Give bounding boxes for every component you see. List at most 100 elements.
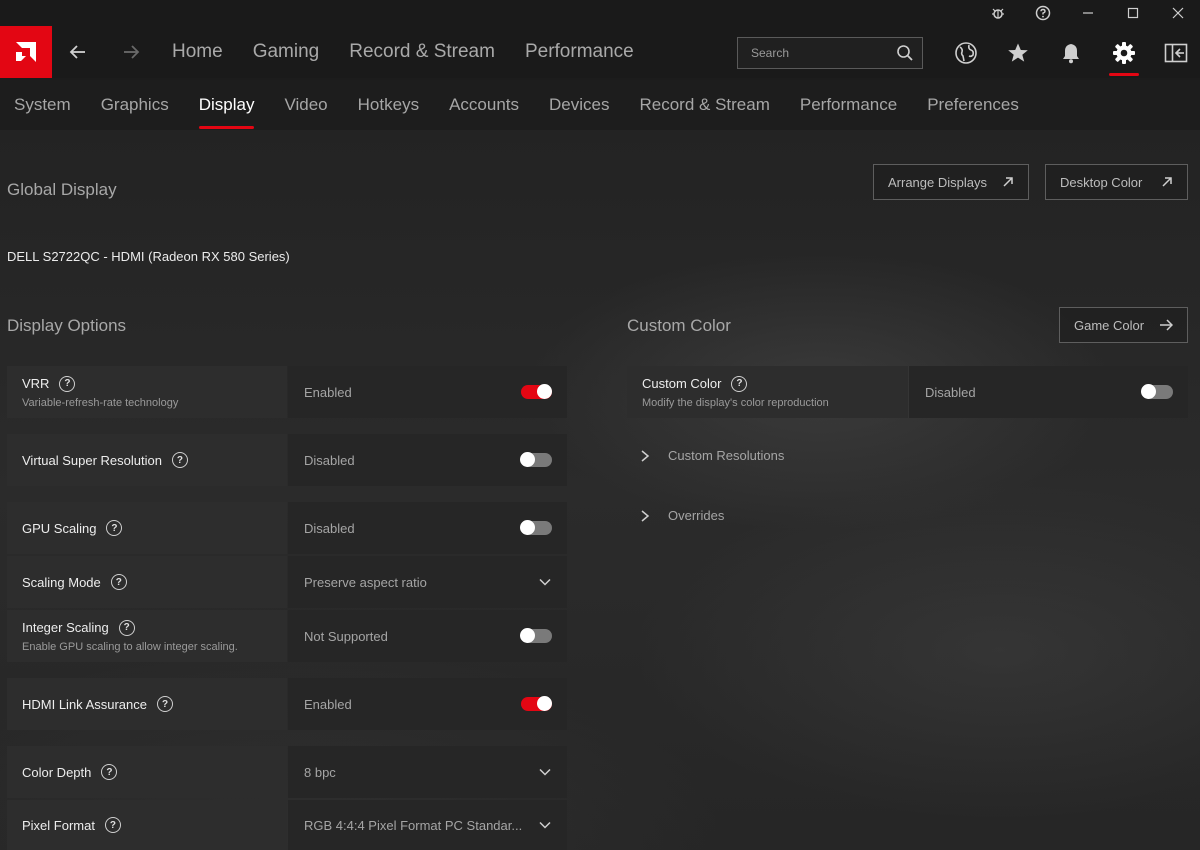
- tab-video[interactable]: Video: [269, 95, 342, 115]
- help-icon[interactable]: ?: [731, 375, 748, 392]
- setting-value: Enabled: [304, 384, 352, 400]
- setting-label: Custom Color: [642, 376, 722, 391]
- nav-home[interactable]: Home: [157, 41, 238, 63]
- tab-preferences[interactable]: Preferences: [912, 95, 1034, 115]
- chevron-right-icon: [641, 449, 650, 462]
- top-nav-bar: Home Gaming Record & Stream Performance: [0, 26, 1200, 78]
- bug-report-icon[interactable]: [975, 0, 1020, 26]
- setting-description: Variable-refresh-rate technology: [22, 396, 179, 409]
- help-icon[interactable]: ?: [101, 764, 118, 780]
- back-arrow-icon[interactable]: [64, 38, 92, 66]
- sidebar-toggle-icon[interactable]: [1159, 36, 1193, 70]
- setting-row-vsr: Virtual Super Resolution? Disabled: [7, 434, 567, 486]
- tab-display[interactable]: Display: [184, 95, 270, 129]
- nav-gaming[interactable]: Gaming: [238, 41, 335, 63]
- setting-row-vrr: VRR? Variable-refresh-rate technology En…: [7, 366, 567, 418]
- gear-icon[interactable]: [1107, 36, 1141, 70]
- star-icon[interactable]: [1001, 36, 1035, 70]
- expander-label: Overrides: [668, 508, 725, 523]
- search-box: [737, 37, 923, 69]
- arrow-right-icon: [1160, 319, 1173, 331]
- setting-label: Scaling Mode: [22, 574, 101, 590]
- arrange-displays-button[interactable]: Arrange Displays: [873, 164, 1029, 200]
- setting-label: GPU Scaling: [22, 520, 97, 536]
- setting-value: Preserve aspect ratio: [304, 574, 427, 590]
- setting-value: Not Supported: [304, 628, 388, 644]
- custom-color-toggle[interactable]: [1141, 384, 1173, 399]
- setting-row-pixel-format: Pixel Format? RGB 4:4:4 Pixel Format PC …: [7, 800, 567, 850]
- setting-label: VRR: [22, 376, 50, 391]
- search-input[interactable]: [738, 38, 888, 68]
- overrides-expander[interactable]: Overrides: [640, 508, 724, 523]
- setting-row-gpu-scaling: GPU Scaling? Disabled: [7, 502, 567, 554]
- settings-tabs: System Graphics Display Video Hotkeys Ac…: [0, 80, 1200, 130]
- tab-system[interactable]: System: [0, 95, 86, 115]
- setting-value: RGB 4:4:4 Pixel Format PC Standar...: [304, 817, 523, 833]
- global-display-title: Global Display: [7, 180, 117, 199]
- gpu-scaling-toggle[interactable]: [520, 520, 552, 535]
- integer-scaling-toggle[interactable]: [520, 628, 552, 643]
- custom-resolutions-expander[interactable]: Custom Resolutions: [640, 448, 784, 463]
- setting-description: Modify the display's color reproduction: [642, 396, 829, 409]
- minimize-icon[interactable]: [1065, 0, 1110, 26]
- setting-label: Integer Scaling: [22, 620, 109, 635]
- tab-hotkeys[interactable]: Hotkeys: [343, 95, 434, 115]
- tab-record-stream[interactable]: Record & Stream: [624, 95, 784, 115]
- tab-graphics[interactable]: Graphics: [86, 95, 184, 115]
- bell-icon[interactable]: [1054, 36, 1088, 70]
- amd-logo[interactable]: [0, 26, 52, 78]
- help-icon[interactable]: ?: [157, 696, 173, 712]
- settings-active-indicator: [1109, 73, 1139, 76]
- close-icon[interactable]: [1155, 0, 1200, 26]
- chevron-right-icon: [641, 509, 650, 522]
- forward-arrow-icon[interactable]: [117, 38, 145, 66]
- pixel-format-dropdown[interactable]: RGB 4:4:4 Pixel Format PC Standar...: [288, 800, 567, 850]
- external-link-icon: [1003, 177, 1013, 187]
- desktop-color-button[interactable]: Desktop Color: [1045, 164, 1188, 200]
- scaling-mode-dropdown[interactable]: Preserve aspect ratio: [288, 556, 567, 608]
- setting-value: Disabled: [304, 520, 355, 536]
- color-depth-dropdown[interactable]: 8 bpc: [288, 746, 567, 798]
- vsr-toggle[interactable]: [520, 452, 552, 467]
- setting-row-custom-color: Custom Color? Modify the display's color…: [627, 366, 1188, 418]
- display-options-title: Display Options: [7, 316, 127, 335]
- setting-label: Virtual Super Resolution: [22, 452, 162, 468]
- chevron-down-icon: [539, 768, 551, 776]
- expander-label: Custom Resolutions: [668, 448, 785, 463]
- arrange-displays-label: Arrange Displays: [888, 174, 987, 190]
- setting-row-scaling-mode: Scaling Mode? Preserve aspect ratio: [7, 556, 567, 608]
- maximize-icon[interactable]: [1110, 0, 1155, 26]
- desktop-color-label: Desktop Color: [1060, 174, 1143, 190]
- vrr-toggle[interactable]: [521, 384, 552, 399]
- custom-color-title: Custom Color: [627, 316, 731, 335]
- setting-value: Disabled: [925, 384, 976, 400]
- tab-performance[interactable]: Performance: [785, 95, 912, 115]
- help-icon[interactable]: [1020, 0, 1065, 26]
- setting-row-hdmi-link-assurance: HDMI Link Assurance? Enabled: [7, 678, 567, 730]
- setting-value: 8 bpc: [304, 764, 336, 780]
- search-icon[interactable]: [896, 44, 914, 67]
- setting-value: Enabled: [304, 696, 352, 712]
- chevron-down-icon: [539, 578, 551, 586]
- nav-record-stream[interactable]: Record & Stream: [334, 41, 510, 63]
- setting-description: Enable GPU scaling to allow integer scal…: [22, 640, 238, 653]
- background-image: [0, 130, 1200, 850]
- help-icon[interactable]: ?: [171, 452, 188, 468]
- help-icon[interactable]: ?: [106, 520, 123, 536]
- help-icon[interactable]: ?: [59, 375, 76, 392]
- setting-row-color-depth: Color Depth? 8 bpc: [7, 746, 567, 798]
- tab-accounts[interactable]: Accounts: [434, 95, 534, 115]
- tab-devices[interactable]: Devices: [534, 95, 624, 115]
- hdmi-link-assurance-toggle[interactable]: [521, 696, 552, 711]
- globe-icon[interactable]: [949, 36, 983, 70]
- game-color-button[interactable]: Game Color: [1059, 307, 1188, 343]
- help-icon[interactable]: ?: [104, 817, 121, 833]
- setting-label: Color Depth: [22, 764, 92, 780]
- chevron-down-icon: [539, 821, 551, 829]
- help-icon[interactable]: ?: [118, 619, 135, 636]
- game-color-label: Game Color: [1074, 317, 1145, 333]
- nav-performance[interactable]: Performance: [510, 41, 649, 63]
- monitor-name: DELL S2722QC - HDMI (Radeon RX 580 Serie…: [7, 249, 290, 264]
- external-link-icon: [1162, 177, 1172, 187]
- help-icon[interactable]: ?: [110, 574, 127, 590]
